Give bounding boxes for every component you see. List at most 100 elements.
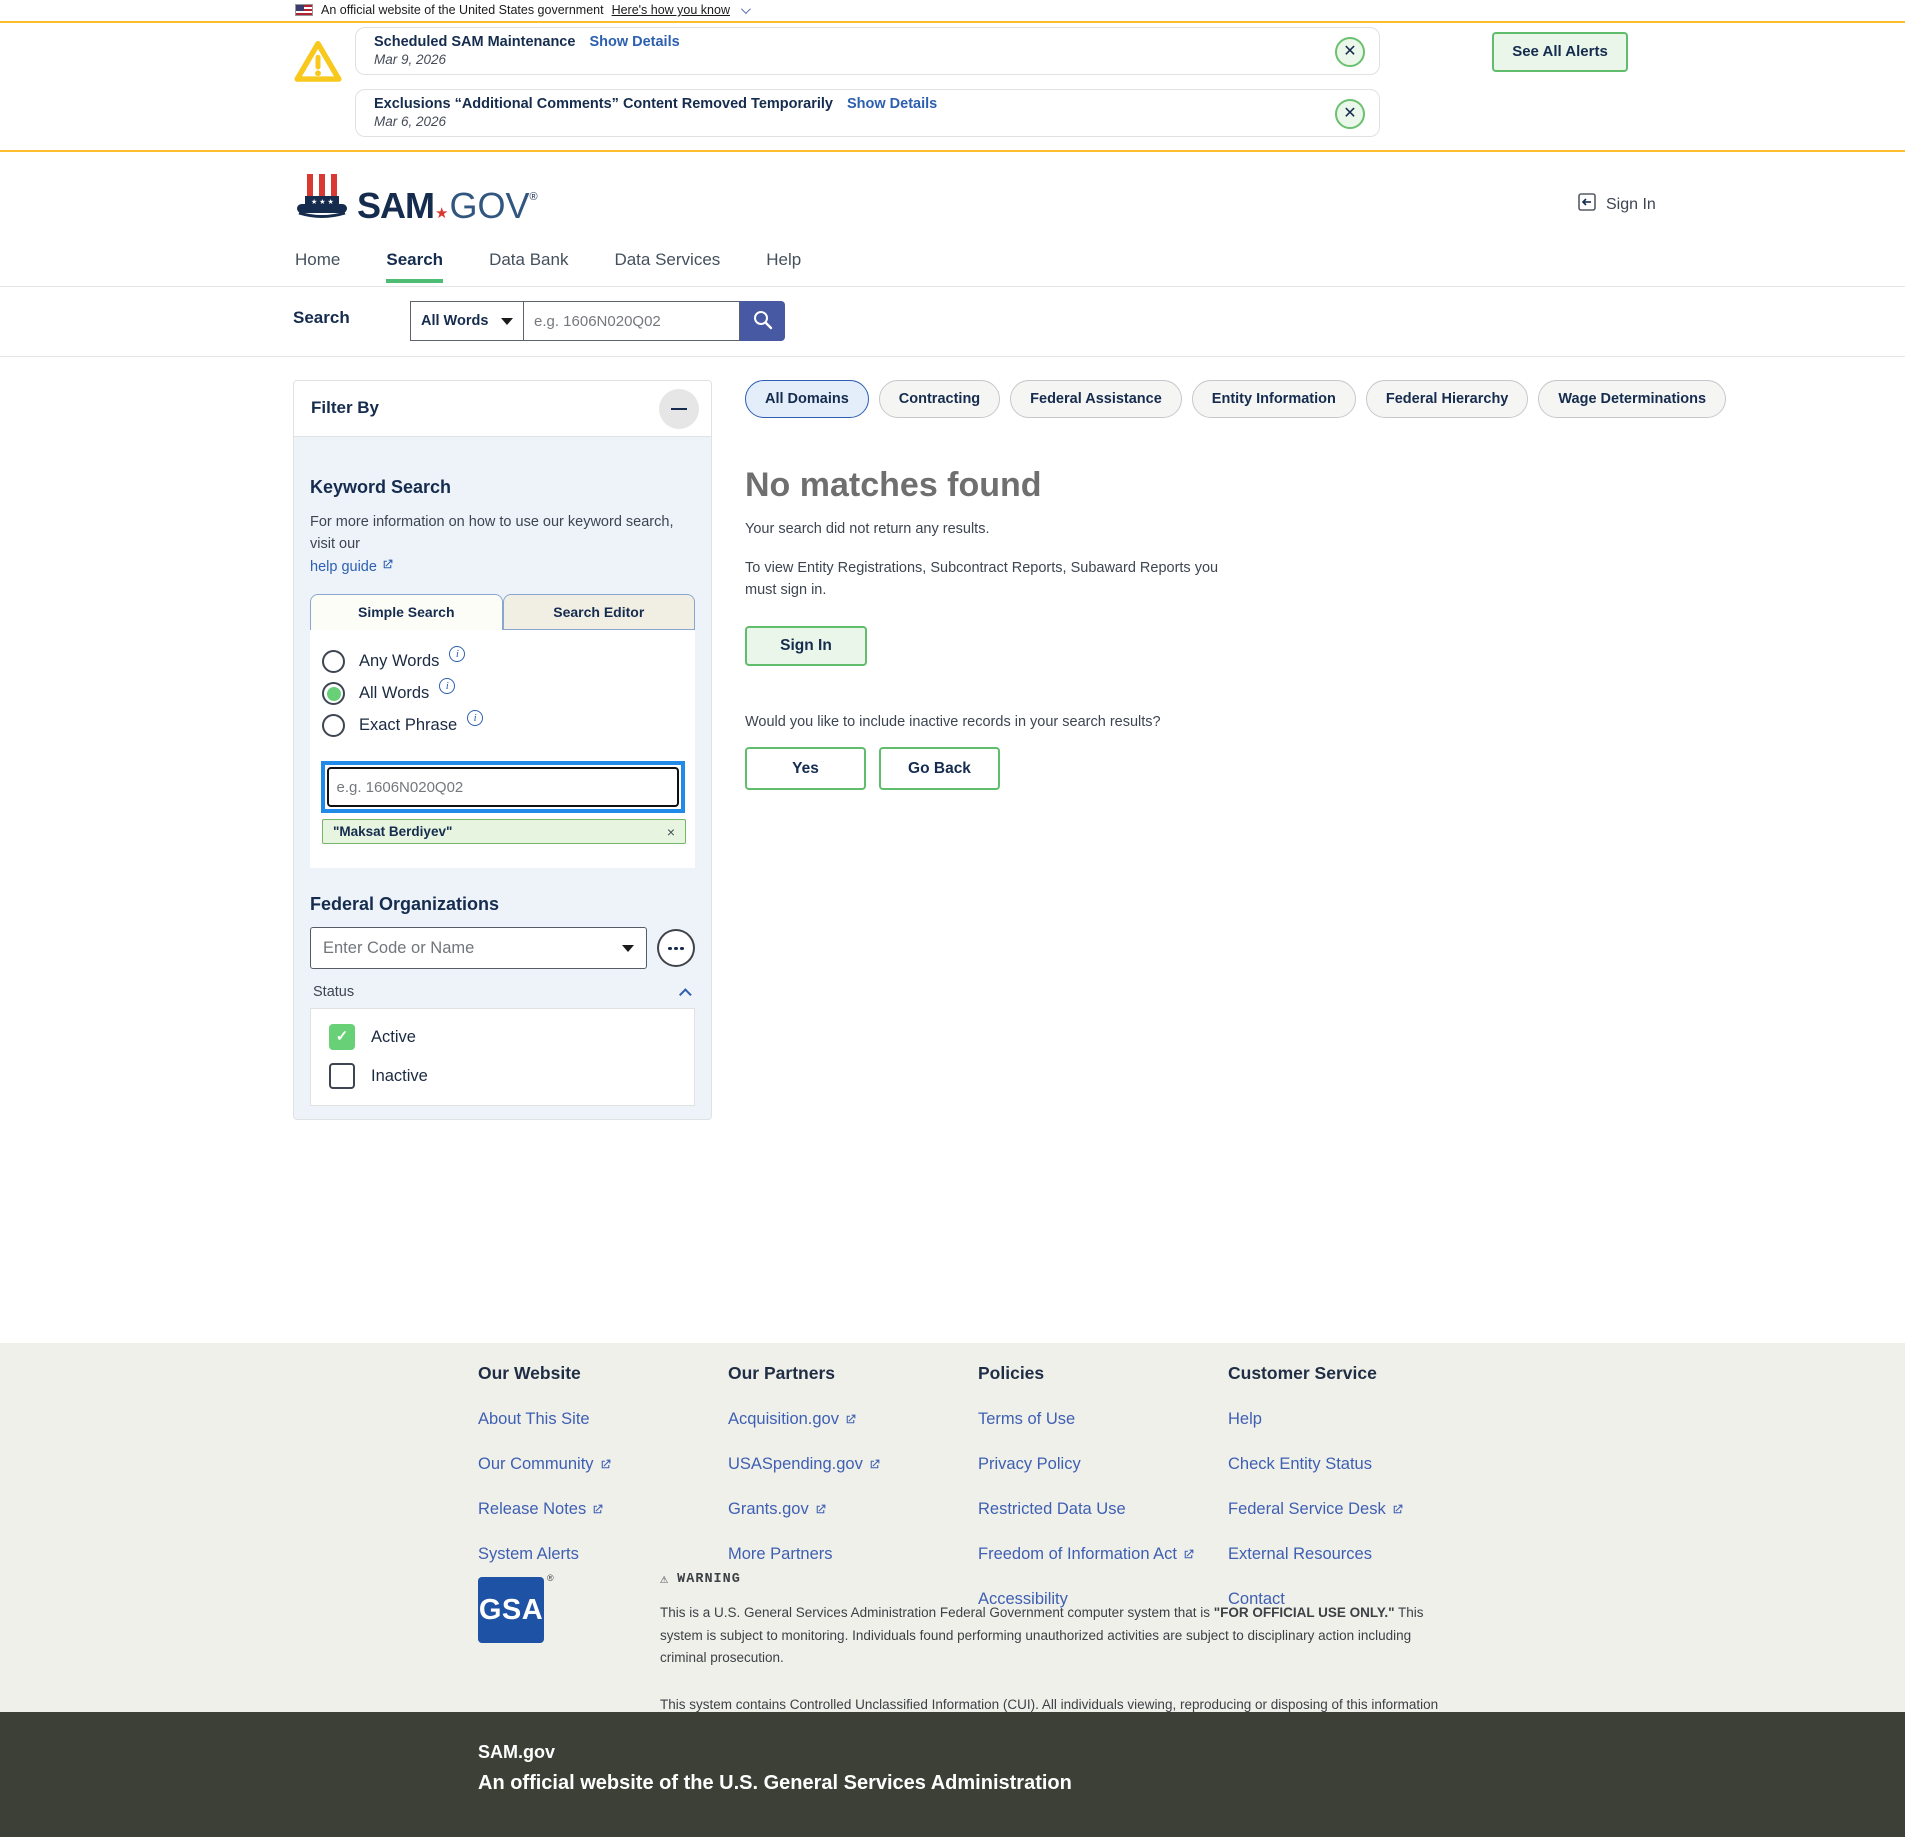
search-label: Search [293,308,350,328]
footer-link[interactable]: System Alerts [478,1545,718,1564]
logo-gov-text: GOV [449,185,529,227]
alert-title: Scheduled SAM Maintenance [374,34,575,50]
global-search-bar: Search All Words [0,287,1905,357]
info-icon[interactable]: i [439,678,455,694]
footer-link[interactable]: Our Community [478,1455,718,1474]
radio-exact-phrase[interactable] [322,714,345,737]
global-search-input[interactable] [524,301,740,341]
footer-heading: Policies [978,1363,1218,1384]
gsa-registered-mark: ® [547,1573,554,1583]
domain-pill[interactable]: Contracting [879,380,1000,418]
footer-link[interactable]: Privacy Policy [978,1455,1218,1474]
checkbox-active[interactable]: ✓ [329,1024,355,1050]
federal-org-select[interactable]: Enter Code or Name [310,927,647,969]
include-inactive-question: Would you like to include inactive recor… [745,714,1605,730]
go-back-button[interactable]: Go Back [879,747,1000,790]
domain-pill[interactable]: All Domains [745,380,869,418]
footer-sam-gov-title: SAM.gov [478,1742,555,1763]
footer-link[interactable]: Terms of Use [978,1410,1218,1429]
external-link-icon [1182,1548,1195,1561]
see-all-alerts-button[interactable]: See All Alerts [1492,32,1628,72]
simple-search-panel: Any Words i All Words i Exact Phrase i [310,630,695,868]
alert-maintenance: Scheduled SAM Maintenance Show Details M… [355,27,1380,75]
checkbox-inactive[interactable] [329,1063,355,1089]
collapse-filter-button[interactable] [659,389,699,429]
nav-item[interactable]: Home [295,250,340,283]
external-link-icon [381,558,394,571]
footer-link[interactable]: Freedom of Information Act [978,1545,1218,1564]
filter-panel: Filter By Keyword Search For more inform… [293,380,712,1120]
nav-item[interactable]: Help [766,250,801,283]
search-submit-button[interactable] [740,301,785,341]
alert-exclusions: Exclusions “Additional Comments” Content… [355,89,1380,137]
gsa-logo: GSA [478,1577,544,1643]
help-guide-link[interactable]: help guide [310,559,377,575]
footer-link[interactable]: Restricted Data Use [978,1500,1218,1519]
logo-star-icon: ★ [435,204,448,222]
footer-column-our-website: Our Website About This Site Our Communit… [478,1363,718,1564]
no-matches-title: No matches found [745,466,1605,505]
us-flag-icon [295,4,313,16]
uncle-sam-hat-icon: ★ ★ ★ [293,170,351,227]
info-icon[interactable]: i [449,646,465,662]
nav-item[interactable]: Data Bank [489,250,568,283]
caret-down-icon [501,318,513,325]
yes-button[interactable]: Yes [745,747,866,790]
tab-search-editor[interactable]: Search Editor [503,594,696,630]
sam-gov-logo[interactable]: ★ ★ ★ SAM ★ GOV ® [293,170,538,227]
radio-all-words[interactable] [322,682,345,705]
chip-close-icon[interactable]: × [667,824,675,840]
checkbox-label: Active [371,1028,416,1047]
footer-link[interactable]: Check Entity Status [1228,1455,1468,1474]
chip-label: "Maksat Berdiyev" [333,824,452,839]
chevron-up-icon[interactable] [679,988,692,1001]
footer-link[interactable]: More Partners [728,1545,968,1564]
tab-simple-search[interactable]: Simple Search [310,594,503,630]
footer-link[interactable]: Help [1228,1410,1468,1429]
external-link-icon [1391,1503,1404,1516]
show-details-link[interactable]: Show Details [847,96,937,112]
footer-link[interactable]: Acquisition.gov [728,1410,968,1429]
footer-link[interactable]: Grants.gov [728,1500,968,1519]
show-details-link[interactable]: Show Details [589,34,679,50]
radio-label: Any Words [359,652,439,671]
logo-registered-mark: ® [529,191,537,203]
domain-pill[interactable]: Federal Assistance [1010,380,1182,418]
keyword-search-input[interactable] [327,767,679,807]
nav-item[interactable]: Data Services [614,250,720,283]
alert-date: Mar 6, 2026 [374,114,1319,129]
info-icon[interactable]: i [467,710,483,726]
close-icon[interactable]: ✕ [1335,37,1365,67]
domain-pill[interactable]: Entity Information [1192,380,1356,418]
ellipsis-icon[interactable] [657,929,695,967]
footer-link[interactable]: Federal Service Desk [1228,1500,1468,1519]
footer-link[interactable]: Release Notes [478,1500,718,1519]
warning-paragraph-1: This is a U.S. General Services Administ… [660,1602,1442,1670]
domain-pill[interactable]: Wage Determinations [1538,380,1726,418]
search-results: All Domains Contracting Federal Assistan… [745,380,1605,790]
search-term-chip: "Maksat Berdiyev" × [322,819,686,844]
how-you-know-link[interactable]: Here's how you know [612,3,730,17]
footer-link[interactable]: External Resources [1228,1545,1468,1564]
main-content: Filter By Keyword Search For more inform… [0,358,1905,1343]
footer-link[interactable]: About This Site [478,1410,718,1429]
footer-link[interactable]: USASpending.gov [728,1455,968,1474]
site-header: ★ ★ ★ SAM ★ GOV ® Sign In [0,152,1905,250]
nav-item[interactable]: Search [386,250,443,283]
warning-heading: WARNING [677,1572,741,1587]
site-footer: Our Website About This Site Our Communit… [0,1343,1905,1712]
alert-date: Mar 9, 2026 [374,52,1319,67]
radio-any-words[interactable] [322,650,345,673]
main-nav: Home Search Data Bank Data Services Help [0,250,1905,287]
close-icon[interactable]: ✕ [1335,99,1365,129]
radio-label: Exact Phrase [359,716,457,735]
warning-icon: ⚠ [660,1571,669,1588]
sign-in-button[interactable]: Sign In [745,626,867,666]
sign-in-link[interactable]: Sign In [1577,192,1656,217]
domain-pill[interactable]: Federal Hierarchy [1366,380,1529,418]
keyword-search-title: Keyword Search [310,477,695,498]
checkbox-label: Inactive [371,1067,428,1086]
external-link-icon [814,1503,827,1516]
search-mode-select[interactable]: All Words [410,301,524,341]
footer-heading: Our Website [478,1363,718,1384]
